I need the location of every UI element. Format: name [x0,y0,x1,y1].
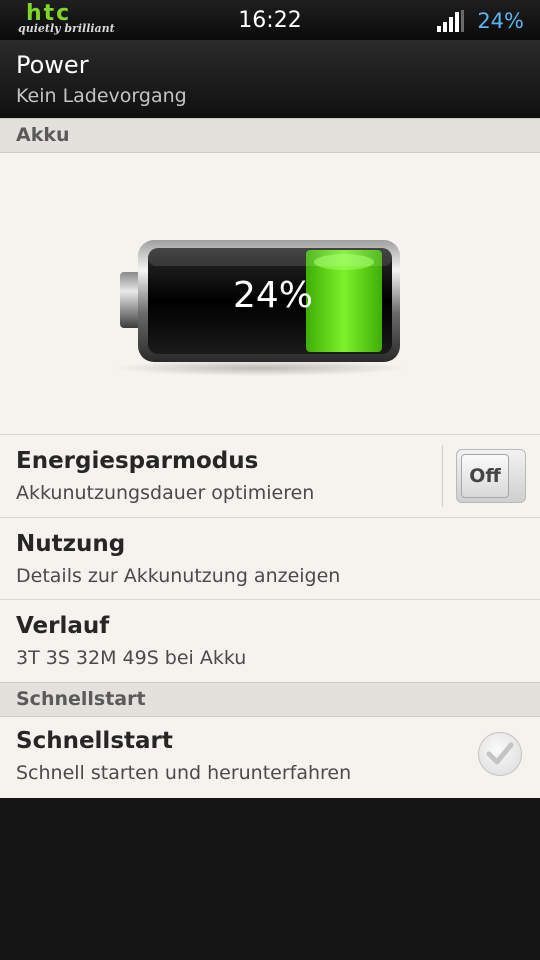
row-nutzung[interactable]: Nutzung Details zur Akkunutzung anzeigen [0,517,540,600]
section-header-label: Akku [16,124,70,146]
row-schnellstart[interactable]: Schnellstart Schnell starten und herunte… [0,715,540,797]
battery-display: 24% [0,152,540,434]
page-subtitle: Kein Ladevorgang [16,85,187,107]
row-subtitle: Akkunutzungsdauer optimieren [16,482,315,504]
page-header: Power Kein Ladevorgang [0,40,540,119]
schnellstart-checkbox[interactable] [478,732,522,776]
divider [442,445,443,507]
battery-level-label: 24% [233,275,314,316]
settings-content: Akku 24% Energiesparmodus Akkunutzungsda… [0,118,540,798]
signal-bars-icon [437,10,464,32]
status-bar: htc quietly brilliant 16:22 24% [0,0,540,40]
energiesparmodus-toggle[interactable]: Off [456,449,526,503]
section-header-schnellstart: Schnellstart [0,682,540,717]
row-subtitle: Schnell starten und herunterfahren [16,762,352,784]
section-header-akku: Akku [0,118,540,153]
row-energiesparmodus[interactable]: Energiesparmodus Akkunutzungsdauer optim… [0,434,540,517]
section-header-label: Schnellstart [16,688,146,710]
row-title: Verlauf [16,613,110,639]
empty-area [0,798,540,960]
toggle-label: Off [461,454,509,498]
checkmark-icon [486,742,514,765]
row-subtitle: 3T 3S 32M 49S bei Akku [16,647,247,669]
row-title: Schnellstart [16,728,173,754]
row-title: Energiesparmodus [16,448,259,474]
row-title: Nutzung [16,531,126,557]
status-battery-percent: 24% [477,9,524,33]
page-title: Power [16,51,89,79]
row-subtitle: Details zur Akkunutzung anzeigen [16,565,341,587]
row-verlauf[interactable]: Verlauf 3T 3S 32M 49S bei Akku [0,599,540,682]
